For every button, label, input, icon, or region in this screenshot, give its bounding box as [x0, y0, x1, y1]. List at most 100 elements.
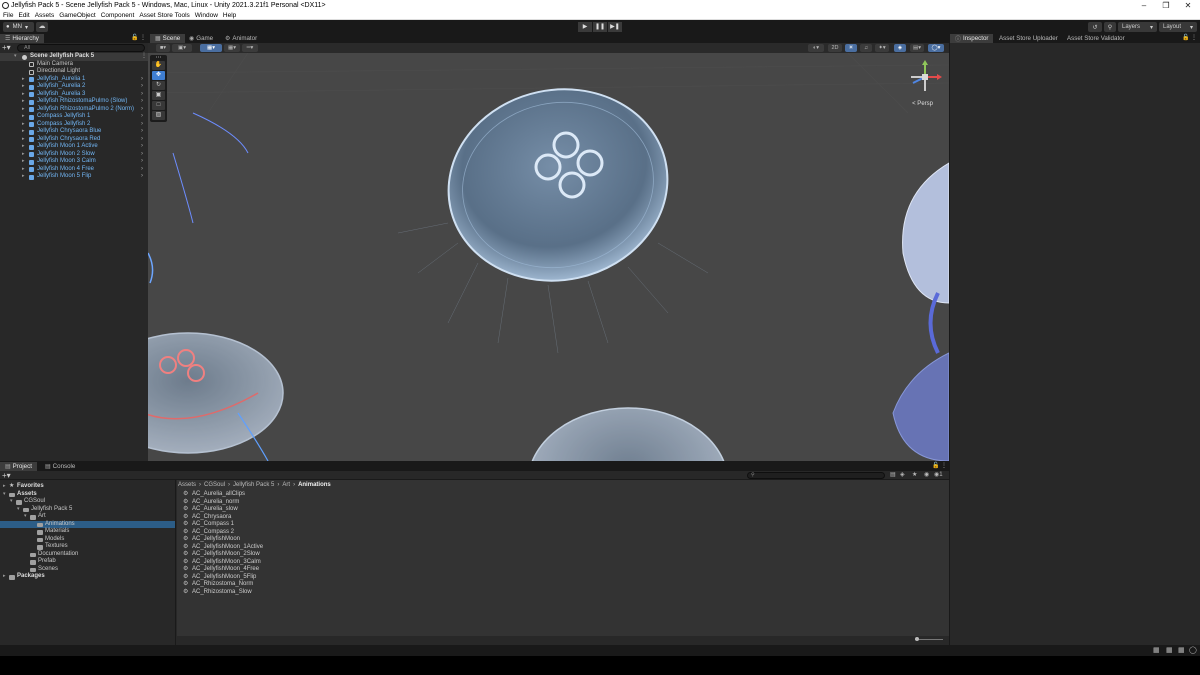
open-prefab-chevron-icon[interactable]: ›	[141, 76, 143, 84]
pivot-mode-icon[interactable]: ▣▾	[172, 44, 192, 52]
tree-folder[interactable]: ▾ Art	[0, 513, 175, 521]
hierarchy-item[interactable]: ▸ Compass Jellyfish 2 ›	[0, 121, 148, 129]
more-icon[interactable]: ⋮	[1191, 34, 1197, 43]
menu-window[interactable]: Window	[195, 12, 218, 19]
tree-section[interactable]: ▸ Packages	[0, 573, 175, 581]
asset-item[interactable]: ⚙ AC_Compass 2	[183, 529, 263, 537]
lock-icon[interactable]: 🔓	[932, 462, 939, 471]
debug-mode-icon[interactable]: ▦	[1166, 646, 1173, 654]
progress-icon[interactable]: ▦	[1153, 646, 1160, 654]
more-icon[interactable]: ⋮	[941, 462, 947, 471]
hand-tool-icon[interactable]: ✋	[152, 61, 165, 70]
expand-arrow-icon[interactable]: ▸	[22, 106, 25, 114]
expand-arrow-icon[interactable]: ▾	[17, 506, 20, 514]
expand-arrow-icon[interactable]: ▸	[22, 83, 25, 91]
expand-arrow-icon[interactable]: ▸	[22, 151, 25, 159]
hierarchy-item[interactable]: ▸ Jellyfish_Aurelia 3 ›	[0, 91, 148, 99]
lock-icon[interactable]: 🔓	[1182, 34, 1189, 43]
persp-label[interactable]: < Persp	[912, 101, 933, 107]
search-by-label-icon[interactable]: ◈	[900, 471, 905, 480]
asset-item[interactable]: ⚙ AC_Aurelia_slow	[183, 506, 263, 514]
tree-folder[interactable]: Textures	[0, 543, 175, 551]
open-prefab-chevron-icon[interactable]: ›	[141, 106, 143, 114]
tab-project[interactable]: ▤ Project	[0, 462, 37, 471]
expand-arrow-icon[interactable]: ▸	[3, 573, 6, 581]
asset-item[interactable]: ⚙ AC_Rhizostoma_Slow	[183, 589, 263, 597]
expand-arrow-icon[interactable]: ▸	[22, 136, 25, 144]
menu-file[interactable]: File	[3, 12, 13, 19]
pause-button[interactable]: ❚❚	[593, 22, 607, 32]
more-icon[interactable]: ⋮	[141, 53, 147, 61]
gizmos-icon[interactable]: ◯▾	[928, 44, 944, 52]
palette-handle-icon[interactable]: ⋯	[152, 55, 165, 61]
rect-tool-icon[interactable]: □	[152, 101, 165, 110]
tab-animator[interactable]: ⚙ Animator	[220, 34, 262, 43]
menu-gameobject[interactable]: GameObject	[59, 12, 96, 19]
tree-section[interactable]: ▸ ★ Favorites	[0, 483, 175, 491]
step-button[interactable]: ▶❚	[608, 22, 622, 32]
more-icon[interactable]: ⋮	[140, 34, 146, 43]
breadcrumb-item[interactable]: Jellyfish Pack 5	[233, 482, 274, 488]
scale-tool-icon[interactable]: ▣	[152, 91, 165, 100]
icon-size-slider[interactable]	[915, 637, 943, 641]
asset-item[interactable]: ⚙ AC_JellyfishMoon	[183, 536, 263, 544]
hierarchy-item[interactable]: ▸ Jellyfish Moon 5 Flip ›	[0, 173, 148, 181]
expand-arrow-icon[interactable]: ▾	[3, 491, 6, 499]
search-by-type-icon[interactable]: ▤	[890, 471, 896, 480]
project-search-input[interactable]: ⚲	[747, 472, 885, 479]
open-prefab-chevron-icon[interactable]: ›	[141, 91, 143, 99]
open-prefab-chevron-icon[interactable]: ›	[141, 121, 143, 129]
menu-help[interactable]: Help	[223, 12, 236, 19]
open-prefab-chevron-icon[interactable]: ›	[141, 136, 143, 144]
asset-item[interactable]: ⚙ AC_JellyfishMoon_5Flip	[183, 574, 263, 582]
expand-arrow-icon[interactable]: ▸	[22, 113, 25, 121]
asset-item[interactable]: ⚙ AC_Aurelia_allClips	[183, 491, 263, 499]
restore-icon[interactable]: ❐	[1154, 0, 1178, 11]
layout-dropdown[interactable]: Layout ▾	[1159, 22, 1197, 32]
snap-increment-icon[interactable]: ▦▾	[224, 44, 240, 52]
asset-item[interactable]: ⚙ AC_Aurelia_norm	[183, 499, 263, 507]
effects-icon[interactable]: ✦▾	[875, 44, 889, 52]
breadcrumb-item[interactable]: Animations	[298, 482, 331, 488]
tree-folder[interactable]: Prefab	[0, 558, 175, 566]
open-prefab-chevron-icon[interactable]: ›	[141, 151, 143, 159]
hierarchy-item[interactable]: ▸ Jellyfish Chrysaora Red ›	[0, 136, 148, 144]
expand-arrow-icon[interactable]: ▾	[14, 53, 17, 61]
asset-item[interactable]: ⚙ AC_JellyfishMoon_2Slow	[183, 551, 263, 559]
tab-inspector[interactable]: ⓘ Inspector	[950, 34, 994, 43]
mode-2d-button[interactable]: 2D	[828, 44, 842, 52]
menu-assets[interactable]: Assets	[35, 12, 55, 19]
rotate-tool-icon[interactable]: ↻	[152, 81, 165, 90]
breadcrumb-item[interactable]: CGSoul	[204, 482, 225, 488]
hierarchy-item[interactable]: ▸ Jellyfish Moon 2 Slow ›	[0, 151, 148, 159]
scene-viewport[interactable]: ⋯ ✋ ✥ ↻ ▣ □ ▨ < Persp	[148, 53, 949, 461]
expand-arrow-icon[interactable]: ▸	[22, 158, 25, 166]
search-icon[interactable]: ⚲	[1104, 22, 1116, 32]
hidden-packages-badge[interactable]: ◉1	[934, 471, 943, 480]
audio-icon[interactable]: ♫	[860, 44, 872, 52]
ruler-icon[interactable]: ═▾	[242, 44, 258, 52]
tree-folder[interactable]: Materials	[0, 528, 175, 536]
menu-edit[interactable]: Edit	[18, 12, 29, 19]
tree-folder[interactable]: Models	[0, 536, 175, 544]
favorite-icon[interactable]: ★	[912, 471, 917, 480]
hierarchy-item[interactable]: ▸ Jellyfish Moon 1 Active ›	[0, 143, 148, 151]
open-prefab-chevron-icon[interactable]: ›	[141, 173, 143, 181]
tab-console[interactable]: ▤ Console	[40, 462, 80, 471]
tree-folder[interactable]: Scenes	[0, 566, 175, 574]
lock-icon[interactable]: 🔓	[131, 34, 138, 43]
expand-arrow-icon[interactable]: ▸	[22, 173, 25, 181]
asset-item[interactable]: ⚙ AC_Compass 1	[183, 521, 263, 529]
asset-item[interactable]: ⚙ AC_JellyfishMoon_3Calm	[183, 559, 263, 567]
tab-asset-store-validator[interactable]: Asset Store Validator	[1062, 34, 1130, 43]
play-button[interactable]: ▶	[578, 22, 592, 32]
expand-arrow-icon[interactable]: ▾	[10, 498, 13, 506]
hierarchy-item[interactable]: ▸ Jellyfish_Aurelia 2 ›	[0, 83, 148, 91]
move-tool-icon[interactable]: ✥	[152, 71, 165, 80]
add-icon[interactable]: +▾	[2, 472, 11, 480]
hierarchy-item[interactable]: Directional Light	[0, 68, 148, 76]
hierarchy-item[interactable]: ▸ Compass Jellyfish 1 ›	[0, 113, 148, 121]
open-prefab-chevron-icon[interactable]: ›	[141, 143, 143, 151]
hierarchy-item[interactable]: ▸ Jellyfish Chrysaora Blue ›	[0, 128, 148, 136]
open-prefab-chevron-icon[interactable]: ›	[141, 158, 143, 166]
